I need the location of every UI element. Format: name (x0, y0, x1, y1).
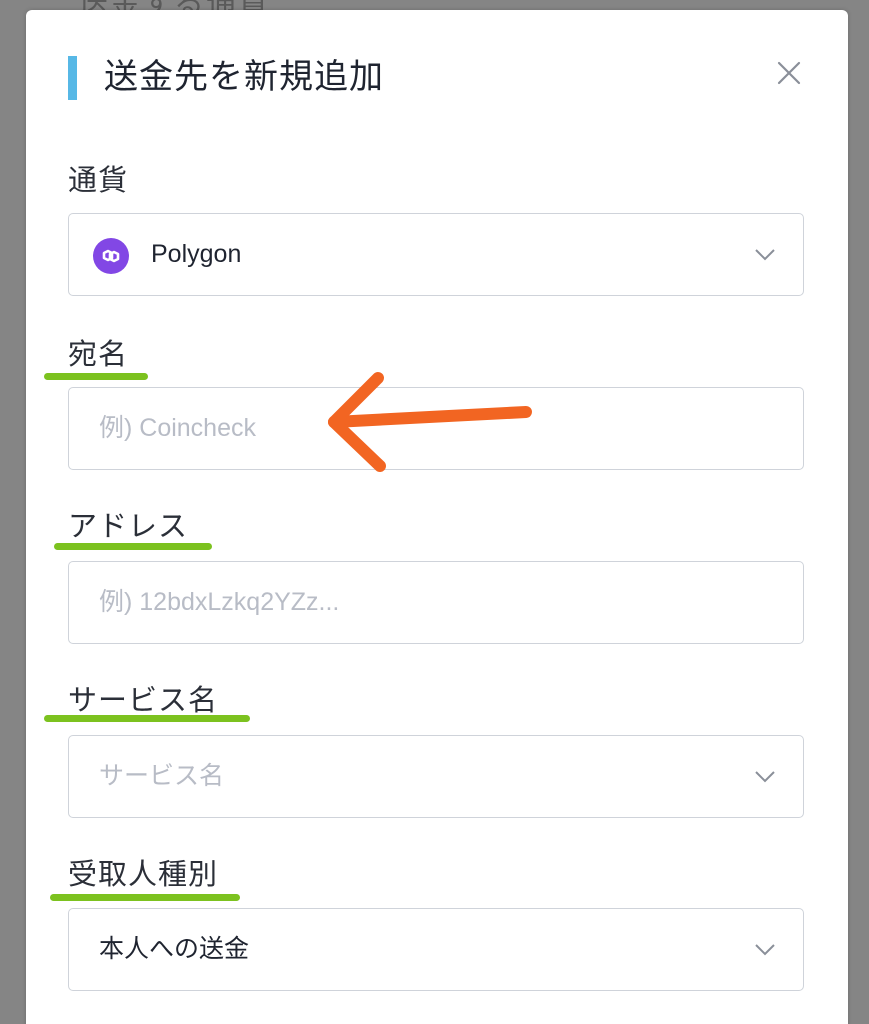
close-button[interactable] (774, 58, 804, 88)
service-label: サービス名 (68, 683, 219, 717)
service-placeholder: サービス名 (99, 762, 225, 790)
name-label-underline (44, 373, 148, 380)
chevron-down-icon (755, 771, 775, 783)
recipient-type-label-underline (50, 894, 240, 901)
recipient-type-label: 受取人種別 (68, 857, 219, 891)
page: 送金する通貨 送金先を新規追加 通貨 Polygon (0, 0, 869, 1024)
name-label: 宛名 (68, 337, 129, 371)
currency-value: Polygon (151, 240, 242, 268)
address-label-underline (54, 543, 212, 550)
left-arrow-icon (328, 372, 532, 472)
polygon-coin-icon (93, 238, 129, 274)
recipient-type-select[interactable]: 本人への送金 (68, 908, 804, 991)
address-input[interactable] (99, 562, 779, 642)
modal-title: 送金先を新規追加 (104, 57, 384, 97)
address-label: アドレス (68, 509, 189, 543)
address-field[interactable] (68, 561, 804, 644)
recipient-type-value: 本人への送金 (99, 935, 250, 963)
chevron-down-icon (755, 249, 775, 261)
chevron-down-icon (755, 944, 775, 956)
title-accent-bar (68, 56, 77, 100)
currency-label: 通貨 (68, 163, 129, 197)
add-recipient-modal: 送金先を新規追加 通貨 Polygon 宛名 例) Coincheck アドレス… (26, 10, 848, 1024)
close-icon (777, 61, 801, 85)
service-label-underline (44, 715, 250, 722)
currency-select[interactable]: Polygon (68, 213, 804, 296)
service-select[interactable]: サービス名 (68, 735, 804, 818)
